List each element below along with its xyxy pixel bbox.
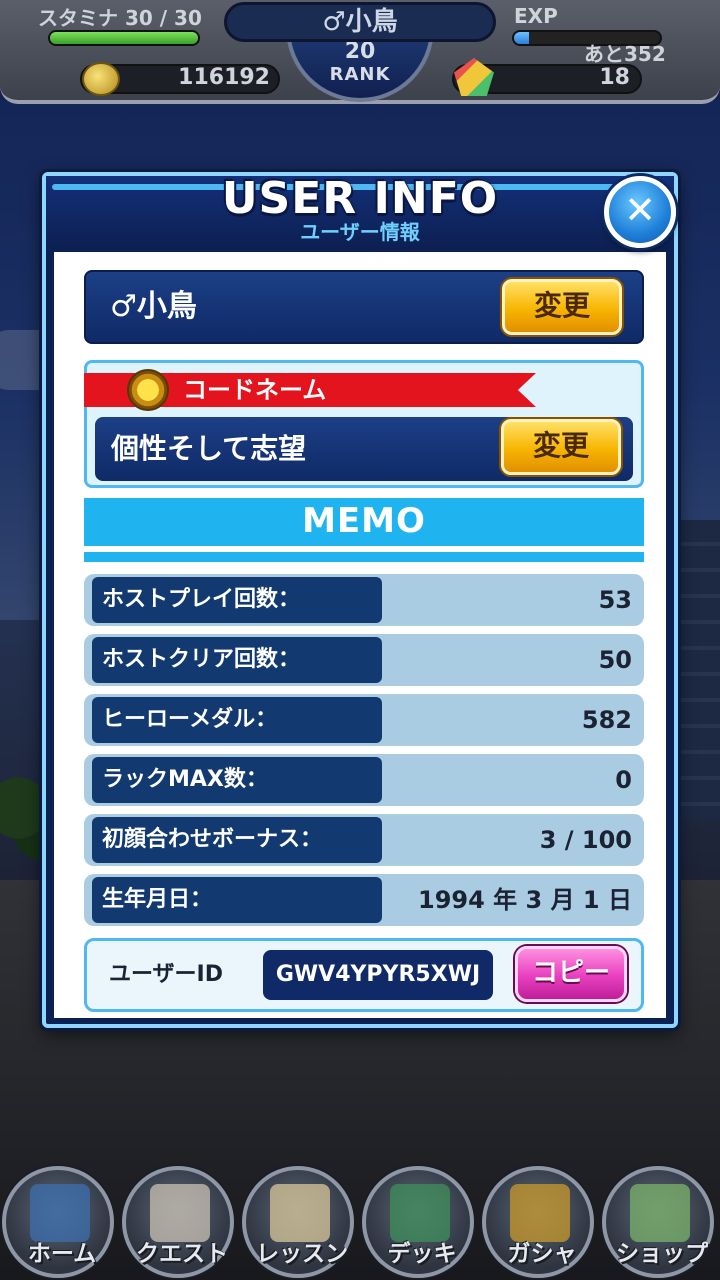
home-building-icon <box>30 1184 90 1242</box>
coin-value: 116192 <box>178 65 270 90</box>
nav-lesson[interactable]: レッスン <box>242 1166 354 1278</box>
stat-value: 0 <box>615 766 632 794</box>
nav-shop[interactable]: ショップ <box>602 1166 714 1278</box>
modal-header: USER INFO ユーザー情報 <box>46 176 674 248</box>
bottom-nav: ホーム クエスト レッスン デッキ ガシャ ショップ <box>0 1160 720 1280</box>
close-icon: ✕ <box>624 188 656 232</box>
player-name-label: ♂小鳥 <box>110 289 197 324</box>
stat-row-first-meet-bonus: 初顔合わせボーナス： 3 / 100 <box>84 814 644 866</box>
user-info-modal: USER INFO ユーザー情報 ♂小鳥 変更 コードネーム 個性そして志望 変… <box>42 172 678 1028</box>
user-id-box: ユーザーID GWV4YPYR5XWJ コピー <box>84 938 644 1012</box>
nav-label: クエスト <box>136 1241 228 1267</box>
change-name-button[interactable]: 変更 <box>502 279 622 335</box>
stat-label: ヒーローメダル： <box>92 697 382 743</box>
rank-value: 20 <box>344 39 376 64</box>
stat-label: 生年月日： <box>92 877 382 923</box>
exp-bar-fill <box>514 32 529 44</box>
modal-title: USER INFO <box>221 173 499 224</box>
stamina-bar <box>48 30 200 46</box>
nav-deck[interactable]: デッキ <box>362 1166 474 1278</box>
user-id-label: ユーザーID <box>109 962 224 987</box>
stat-label: ホストプレイ回数： <box>92 577 382 623</box>
coin-icon <box>82 62 120 96</box>
stat-row-luck-max: ラックMAX数： 0 <box>84 754 644 806</box>
stat-row-birthday: 生年月日： 1994 年 3 月 1 日 <box>84 874 644 926</box>
medal-icon <box>127 369 169 411</box>
exp-label: EXP <box>514 4 558 28</box>
stat-value: 50 <box>598 646 632 674</box>
nav-label: ガシャ <box>507 1241 577 1267</box>
player-name-box: ♂小鳥 変更 <box>84 270 644 344</box>
modal-body: ♂小鳥 変更 コードネーム 個性そして志望 変更 MEMO ホストプレイ回数： … <box>54 252 666 1018</box>
memo-strip <box>84 546 644 552</box>
modal-subtitle: ユーザー情報 <box>300 220 420 244</box>
nav-home[interactable]: ホーム <box>2 1166 114 1278</box>
stat-row-hero-medal: ヒーローメダル： 582 <box>84 694 644 746</box>
gacha-case-icon <box>510 1184 570 1242</box>
codename-value: 個性そして志望 <box>111 432 307 465</box>
nav-quest[interactable]: クエスト <box>122 1166 234 1278</box>
codename-box: コードネーム 個性そして志望 変更 <box>84 360 644 488</box>
stat-value: 582 <box>581 706 632 734</box>
rank-label: RANK <box>329 64 391 85</box>
stat-value: 3 / 100 <box>539 826 632 854</box>
copy-user-id-button[interactable]: コピー <box>515 946 627 1002</box>
memo-title: MEMO <box>302 501 426 541</box>
stat-label: ホストクリア回数： <box>92 637 382 683</box>
cards-icon <box>390 1184 450 1242</box>
codename-label: コードネーム <box>183 376 327 404</box>
codename-value-box: 個性そして志望 変更 <box>95 417 633 481</box>
nav-label: ショップ <box>616 1241 708 1267</box>
stat-label: 初顔合わせボーナス： <box>92 817 382 863</box>
stat-label: ラックMAX数： <box>92 757 382 803</box>
gem-icon <box>630 1184 690 1242</box>
nav-label: レッスン <box>256 1241 348 1267</box>
nav-gacha[interactable]: ガシャ <box>482 1166 594 1278</box>
nav-label: デッキ <box>387 1241 457 1267</box>
top-hud: スタミナ 30 / 30 20 RANK ♂小鳥 EXP あと352 11619… <box>0 0 720 104</box>
nav-label: ホーム <box>27 1241 97 1267</box>
exp-remaining: あと352 <box>584 42 666 66</box>
stat-value: 53 <box>598 586 632 614</box>
stat-row-host-play: ホストプレイ回数： 53 <box>84 574 644 626</box>
gem-value: 18 <box>599 65 630 90</box>
user-id-value: GWV4YPYR5XWJ <box>263 950 493 1000</box>
player-name: ♂小鳥 <box>224 2 496 42</box>
close-modal-button[interactable]: ✕ <box>604 176 676 248</box>
stat-value: 1994 年 3 月 1 日 <box>418 886 632 914</box>
stat-row-host-clear: ホストクリア回数： 50 <box>84 634 644 686</box>
fist-icon <box>150 1184 210 1242</box>
change-codename-button[interactable]: 変更 <box>501 419 621 475</box>
stamina-label: スタミナ 30 / 30 <box>38 6 202 30</box>
stamina-bar-fill <box>50 32 198 44</box>
memo-bar: MEMO <box>84 498 644 562</box>
clipboard-icon <box>270 1184 330 1242</box>
